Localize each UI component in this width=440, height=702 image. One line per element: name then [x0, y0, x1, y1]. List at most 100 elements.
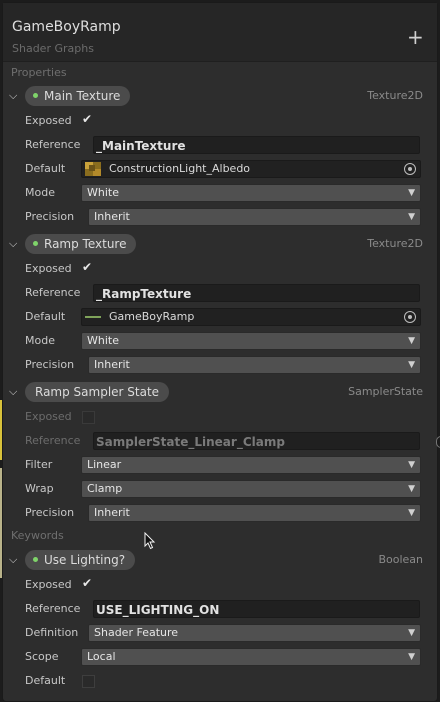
- exposed-checkbox[interactable]: ✔: [82, 112, 94, 127]
- dropdown-value: Local: [87, 650, 116, 663]
- property-name: Main Texture: [44, 89, 121, 103]
- checkmark-icon: ✔: [82, 260, 93, 274]
- texture-object-field[interactable]: ConstructionLight_Albedo: [81, 160, 421, 178]
- reference-field[interactable]: _RampTexture: [93, 284, 420, 302]
- default-label: Default: [25, 310, 66, 323]
- property-type: Boolean: [378, 553, 423, 566]
- dropdown-arrow-icon: ▼: [408, 336, 415, 346]
- dropdown-value: Inherit: [94, 210, 130, 223]
- exposed-label: Exposed: [25, 114, 72, 127]
- filter-dropdown[interactable]: Linear ▼: [81, 456, 421, 474]
- add-property-button[interactable]: +: [407, 27, 424, 47]
- exposed-checkbox[interactable]: ✔: [82, 260, 94, 275]
- precision-label: Precision: [25, 210, 75, 223]
- property-ramp-texture-header: ⌵ Ramp Texture Texture2D: [3, 233, 437, 257]
- default-label: Default: [25, 162, 66, 175]
- texture-object-field[interactable]: GameBoyRamp: [81, 308, 421, 326]
- keywords-section-label: Keywords: [11, 529, 64, 542]
- main-texture-precision-row: Precision Inherit ▼: [3, 207, 437, 229]
- reference-field[interactable]: USE_LIGHTING_ON: [93, 600, 420, 618]
- main-texture-mode-row: Mode White ▼: [3, 183, 437, 205]
- reference-label: Reference: [25, 286, 81, 299]
- wrap-label: Wrap: [25, 482, 54, 495]
- object-picker-icon[interactable]: [404, 311, 416, 323]
- mode-dropdown[interactable]: White ▼: [81, 332, 421, 350]
- reference-field[interactable]: _MainTexture: [93, 136, 420, 154]
- ramp-sampler-precision-row: Precision Inherit ▼: [3, 503, 437, 525]
- exposed-dot-icon: [33, 241, 38, 246]
- mode-dropdown[interactable]: White ▼: [81, 184, 421, 202]
- precision-label: Precision: [25, 358, 75, 371]
- properties-section-label: Properties: [11, 66, 67, 79]
- dropdown-arrow-icon: ▼: [408, 212, 415, 222]
- ramp-sampler-wrap-row: Wrap Clamp ▼: [3, 479, 437, 501]
- mouse-cursor-icon: [144, 532, 156, 550]
- exposed-label: Exposed: [25, 578, 72, 591]
- graph-title: GameBoyRamp: [12, 19, 121, 35]
- scope-label: Scope: [25, 650, 59, 663]
- use-lighting-definition-row: Definition Shader Feature ▼: [3, 623, 437, 645]
- property-name: Ramp Texture: [44, 237, 127, 251]
- property-ramp-sampler-pill[interactable]: Ramp Sampler State: [25, 382, 170, 402]
- exposed-dot-icon: [33, 557, 38, 562]
- ramp-sampler-reference-row: Reference SamplerState_Linear_Clamp: [3, 431, 437, 453]
- port-handle-icon[interactable]: [436, 436, 440, 448]
- dropdown-arrow-icon: ▼: [408, 652, 415, 662]
- default-checkbox[interactable]: [82, 675, 95, 688]
- filter-label: Filter: [25, 458, 53, 471]
- mode-label: Mode: [25, 186, 55, 199]
- reference-label: Reference: [25, 138, 81, 151]
- dropdown-value: Clamp: [87, 482, 123, 495]
- property-main-texture-header: ⌵ Main Texture Texture2D: [3, 85, 437, 109]
- ramp-sampler-exposed-row: Exposed: [3, 407, 437, 429]
- dropdown-value: Linear: [87, 458, 122, 471]
- checkmark-icon: ✔: [82, 576, 93, 590]
- wrap-dropdown[interactable]: Clamp ▼: [81, 480, 421, 498]
- object-field-value: ConstructionLight_Albedo: [109, 162, 251, 175]
- property-type: Texture2D: [367, 237, 423, 250]
- keyword-use-lighting-header: ⌵ Use Lighting? Boolean: [3, 549, 437, 573]
- exposed-dot-icon: [33, 93, 38, 98]
- exposed-checkbox[interactable]: [82, 411, 95, 424]
- ramp-texture-reference-row: Reference _RampTexture: [3, 283, 437, 305]
- use-lighting-scope-row: Scope Local ▼: [3, 647, 437, 669]
- dropdown-arrow-icon: ▼: [408, 460, 415, 470]
- precision-label: Precision: [25, 506, 75, 519]
- ramp-texture-exposed-row: Exposed ✔: [3, 259, 437, 281]
- dropdown-value: Shader Feature: [94, 626, 179, 639]
- chevron-down-icon[interactable]: ⌵: [9, 553, 17, 567]
- chevron-down-icon[interactable]: ⌵: [9, 89, 17, 103]
- object-picker-icon[interactable]: [404, 163, 416, 175]
- exposed-label: Exposed: [25, 262, 72, 275]
- reference-label: Reference: [25, 434, 81, 447]
- blackboard-header: GameBoyRamp Shader Graphs +: [3, 3, 437, 62]
- keyword-use-lighting-pill[interactable]: Use Lighting?: [25, 550, 136, 570]
- definition-dropdown[interactable]: Shader Feature ▼: [88, 624, 421, 642]
- property-name: Ramp Sampler State: [35, 385, 160, 399]
- ramp-thumbnail-icon: [85, 316, 101, 318]
- precision-dropdown[interactable]: Inherit ▼: [88, 504, 421, 522]
- dropdown-arrow-icon: ▼: [408, 628, 415, 638]
- chevron-down-icon[interactable]: ⌵: [9, 237, 17, 251]
- precision-dropdown[interactable]: Inherit ▼: [88, 356, 421, 374]
- property-name: Use Lighting?: [44, 553, 126, 567]
- chevron-down-icon[interactable]: ⌵: [9, 385, 17, 399]
- property-ramp-texture-pill[interactable]: Ramp Texture: [25, 234, 137, 254]
- use-lighting-default-row: Default: [3, 671, 437, 693]
- property-main-texture-pill[interactable]: Main Texture: [25, 86, 131, 106]
- scope-dropdown[interactable]: Local ▼: [81, 648, 421, 666]
- precision-dropdown[interactable]: Inherit ▼: [88, 208, 421, 226]
- property-ramp-sampler-header: ⌵ Ramp Sampler State SamplerState: [3, 381, 437, 405]
- dropdown-arrow-icon: ▼: [408, 360, 415, 370]
- exposed-label: Exposed: [25, 410, 72, 423]
- dropdown-value: White: [87, 334, 119, 347]
- property-type: Texture2D: [367, 89, 423, 102]
- main-texture-default-row: Default ConstructionLight_Albedo: [3, 159, 437, 181]
- reference-field: SamplerState_Linear_Clamp: [93, 432, 420, 450]
- dropdown-value: White: [87, 186, 119, 199]
- use-lighting-exposed-row: Exposed ✔: [3, 575, 437, 597]
- exposed-checkbox[interactable]: ✔: [82, 576, 94, 591]
- mode-label: Mode: [25, 334, 55, 347]
- definition-label: Definition: [25, 626, 79, 639]
- dropdown-arrow-icon: ▼: [408, 484, 415, 494]
